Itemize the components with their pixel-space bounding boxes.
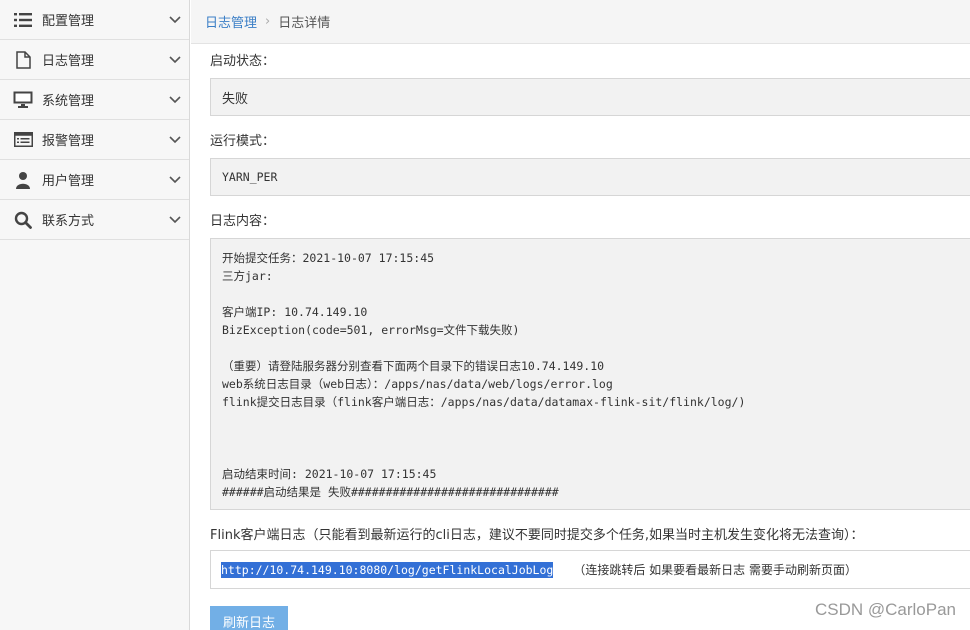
log-line: web系统日志目录（web日志）：/apps/nas/data/web/logs… (222, 377, 613, 391)
chevron-down-icon (161, 95, 189, 104)
sidebar-item-label: 配置管理 (42, 14, 95, 29)
sidebar-item-contact[interactable]: 联系方式 (0, 200, 189, 240)
table-icon (12, 130, 34, 150)
log-line: 客户端IP: 10.74.149.10 (222, 305, 368, 319)
sidebar-item-logs[interactable]: 日志管理 (0, 40, 189, 80)
search-icon (12, 210, 34, 230)
sidebar-item-alarm[interactable]: 报警管理 (0, 120, 189, 160)
log-line: flink提交日志目录（flink客户端日志：/apps/nas/data/da… (222, 395, 746, 409)
log-content-label: 日志内容： (210, 214, 276, 229)
chevron-down-icon (161, 135, 189, 144)
chevron-down-icon (161, 15, 189, 24)
chevron-down-icon (161, 215, 189, 224)
log-line: （重要）请登陆服务器分别查看下面两个目录下的错误日志10.74.149.10 (222, 359, 605, 373)
sidebar-item-label: 系统管理 (42, 94, 95, 109)
breadcrumb: 日志管理 › 日志详情 (191, 0, 970, 44)
flink-log-note: （连接跳转后 如果要看最新日志 需要手动刷新页面） (573, 563, 857, 577)
log-line: 启动结束时间: 2021-10-07 17:15:45 (222, 467, 437, 481)
breadcrumb-current: 日志详情 (278, 16, 331, 31)
file-icon (12, 50, 34, 70)
mode-field: YARN_PER (210, 158, 970, 196)
list-icon (12, 10, 34, 30)
mode-label: 运行模式： (210, 134, 276, 149)
log-line: ######启动结果是 失败##########################… (222, 485, 559, 499)
flink-log-label: Flink客户端日志（只能看到最新运行的cli日志，建议不要同时提交多个任务,如… (210, 528, 864, 543)
breadcrumb-logs-link[interactable]: 日志管理 (205, 12, 257, 31)
chevron-down-icon (161, 175, 189, 184)
log-line: 三方jar: (222, 269, 273, 283)
user-icon (12, 170, 34, 190)
sidebar-item-system[interactable]: 系统管理 (0, 80, 189, 120)
sidebar-item-label: 联系方式 (42, 214, 95, 229)
sidebar-item-label: 报警管理 (42, 134, 95, 149)
flink-log-link-field: http://10.74.149.10:8080/log/getFlinkLoc… (210, 550, 970, 589)
flink-log-link[interactable]: http://10.74.149.10:8080/log/getFlinkLoc… (221, 561, 554, 578)
sidebar-item-users[interactable]: 用户管理 (0, 160, 189, 200)
log-content-area[interactable]: 开始提交任务：2021-10-07 17:15:45 三方jar: 客户端IP:… (210, 238, 970, 510)
log-detail-form: 启动状态： 失败 运行模式： YARN_PER 日志内容： 开始提交任务：202… (210, 44, 970, 589)
main-panel: 日志管理 › 日志详情 启动状态： 失败 运行模式： YARN_PER 日志内容… (191, 0, 970, 630)
sidebar: 配置管理 日志管理 系统管理 报警管理 用户管理 联系方式 (0, 0, 190, 630)
status-field: 失败 (210, 78, 970, 116)
chevron-down-icon (161, 55, 189, 64)
log-line: BizException(code=501, errorMsg=文件下载失败) (222, 323, 520, 337)
breadcrumb-separator: › (265, 14, 271, 29)
sidebar-item-label: 用户管理 (42, 174, 95, 189)
monitor-icon (12, 90, 34, 110)
log-line: 开始提交任务：2021-10-07 17:15:45 (222, 251, 435, 265)
status-label: 启动状态： (210, 54, 276, 69)
sidebar-item-config[interactable]: 配置管理 (0, 0, 189, 40)
refresh-log-button[interactable]: 刷新日志 (210, 606, 288, 630)
watermark: CSDN @CarloPan (814, 600, 956, 619)
sidebar-item-label: 日志管理 (42, 54, 95, 69)
